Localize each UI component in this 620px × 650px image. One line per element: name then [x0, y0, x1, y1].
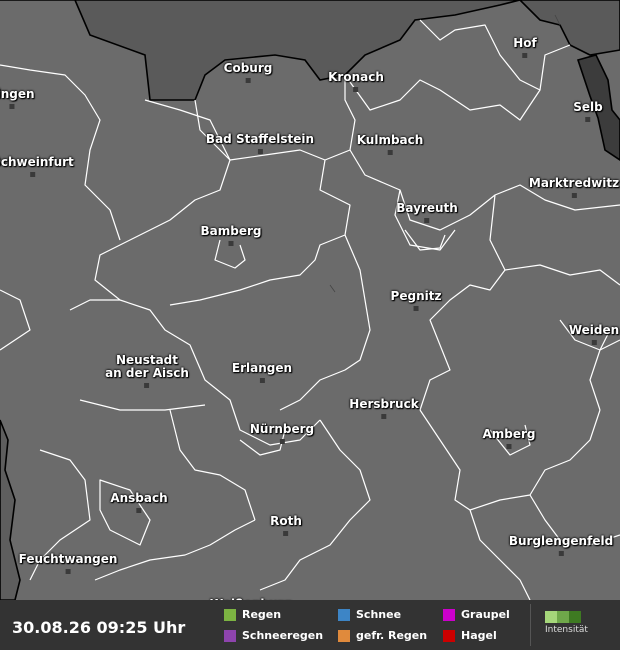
legend-graupel-swatch: [443, 608, 455, 621]
city-label: Hof: [513, 36, 537, 50]
city-marktredwitz[interactable]: Marktredwitz: [529, 177, 619, 198]
legend-schnee-swatch: [338, 608, 350, 621]
city-coburg[interactable]: Coburg: [223, 61, 273, 83]
city-label: Bayreuth: [396, 201, 458, 215]
intensity-bars: [545, 611, 588, 623]
city-ansbach[interactable]: Ansbach: [110, 491, 168, 513]
city-pegnitz[interactable]: Pegnitz: [390, 289, 442, 311]
city-marker: [9, 104, 15, 109]
city-marker: [30, 172, 36, 177]
intensity-low: [545, 611, 557, 623]
city-label: Coburg: [223, 61, 273, 75]
legend-graupel-label: Graupel: [461, 608, 510, 621]
city-label: singen: [0, 87, 35, 101]
legend-schneeregen-label: Schneeregen: [242, 629, 324, 642]
city-kronach[interactable]: Kronach: [328, 71, 384, 92]
city-label: Amberg: [482, 427, 536, 441]
city-label: Neustadt an der Aisch: [105, 353, 189, 380]
city-marker: [65, 569, 71, 574]
city-marker: [424, 218, 430, 223]
city-label: Pegnitz: [390, 289, 442, 303]
city-label: Kronach: [328, 70, 384, 84]
city-marker: [245, 78, 251, 83]
legend-gefr-regen: gefr. Regen: [338, 629, 427, 642]
city-marker: [136, 508, 142, 513]
city-marker: [522, 53, 528, 58]
legend-footer: 30.08.26 09:25 Uhr Regen Schneeregen Sch…: [0, 600, 620, 650]
legend-schneeregen-swatch: [224, 629, 236, 642]
intensity-mid: [557, 611, 569, 623]
legend-gefr-regen-swatch: [338, 629, 350, 642]
city-label: Nürnberg: [249, 422, 315, 436]
city-schweinfurt[interactable]: Schweinfurt: [0, 156, 74, 177]
city-label: Selb: [573, 100, 603, 114]
city-marker: [257, 149, 263, 154]
city-bad-staffelstein[interactable]: Bad Staffelstein: [206, 133, 314, 154]
city-marker: [144, 383, 150, 388]
city-marker: [571, 193, 577, 198]
legend-graupel: Graupel: [443, 608, 510, 621]
city-erlangen[interactable]: Erlangen: [232, 362, 292, 383]
city-roth[interactable]: Roth: [270, 515, 302, 536]
city-marker: [283, 531, 289, 536]
city-label: Hersbruck: [349, 397, 419, 411]
map-canvas: [0, 0, 620, 600]
legend-regen-label: Regen: [242, 608, 282, 621]
intensity-label: Intensität: [545, 625, 588, 635]
city-singen[interactable]: singen: [0, 88, 35, 109]
intensity-high: [569, 611, 581, 623]
city-marker: [558, 551, 564, 556]
city-label: Erlangen: [231, 361, 293, 375]
legend-regen-swatch: [224, 608, 236, 621]
legend-hagel-label: Hagel: [461, 629, 497, 642]
city-label: Roth: [270, 514, 302, 528]
legend-hagel: Hagel: [443, 629, 497, 642]
city-kulmbach[interactable]: Kulmbach: [356, 133, 424, 155]
timestamp: 30.08.26 09:25 Uhr: [12, 618, 186, 637]
city-marker: [279, 439, 285, 444]
city-label: Burglengenfeld: [508, 534, 614, 548]
legend-gefr-regen-label: gefr. Regen: [356, 629, 428, 642]
city-marker: [381, 414, 387, 419]
city-nuernberg[interactable]: Nürnberg: [250, 423, 314, 444]
legend-divider: [530, 604, 531, 646]
city-neustadt[interactable]: Neustadt an der Aisch: [105, 354, 189, 388]
city-marker: [387, 150, 393, 155]
intensity-scale: Intensität: [545, 611, 588, 635]
city-marker: [506, 444, 512, 449]
city-feuchtwangen[interactable]: Feuchtwangen: [18, 552, 118, 574]
city-marker: [353, 87, 359, 92]
city-label: Bamberg: [200, 224, 262, 238]
city-label: Marktredwitz: [528, 176, 620, 190]
city-marker: [591, 340, 597, 345]
legend-schnee: Schnee: [338, 608, 401, 621]
city-marker: [585, 117, 591, 122]
city-bayreuth[interactable]: Bayreuth: [396, 202, 458, 223]
legend-regen: Regen: [224, 608, 281, 621]
legend-schneeregen: Schneeregen: [224, 629, 323, 642]
city-label: Bad Staffelstein: [205, 132, 315, 146]
city-marker: [259, 378, 265, 383]
city-label: Weiden: [568, 323, 620, 337]
city-marker: [413, 306, 419, 311]
city-label: Feuchtwangen: [18, 552, 118, 566]
radar-map[interactable]: Hof Coburg Kronach singen Selb Bad Staffelste…: [0, 0, 620, 600]
legend-schnee-label: Schnee: [356, 608, 402, 621]
city-bamberg[interactable]: Bamberg: [200, 224, 262, 246]
city-label: Schweinfurt: [0, 155, 74, 169]
city-weiden[interactable]: Weiden: [569, 324, 619, 345]
city-burglengenfeld[interactable]: Burglengenfeld: [509, 535, 613, 556]
legend-hagel-swatch: [443, 629, 455, 642]
city-label: Ansbach: [110, 491, 168, 505]
city-label: Kulmbach: [356, 133, 424, 147]
city-amberg[interactable]: Amberg: [482, 427, 536, 449]
city-selb[interactable]: Selb: [573, 100, 603, 122]
city-hersbruck[interactable]: Hersbruck: [349, 397, 419, 419]
city-hof[interactable]: Hof: [513, 37, 537, 58]
city-marker: [228, 241, 234, 246]
